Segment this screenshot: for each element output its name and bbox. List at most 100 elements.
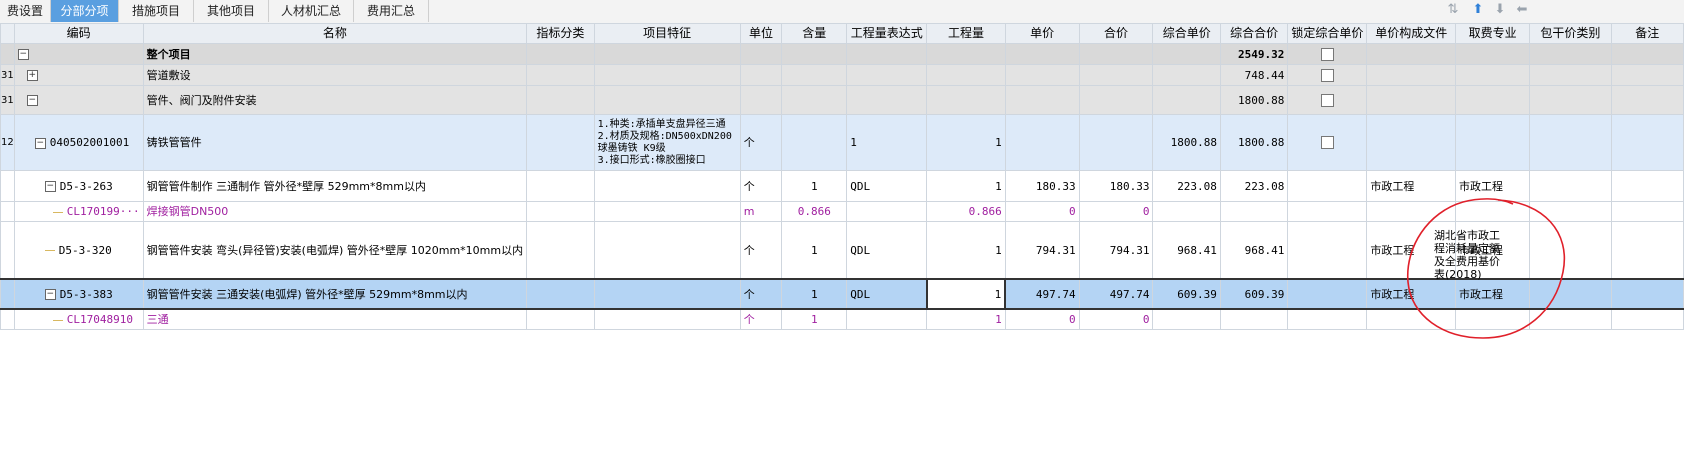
header-price-file[interactable]: 单价构成文件 — [1366, 23, 1457, 44]
row-amount: 497.74 — [1078, 278, 1154, 310]
row-code: 040502001001 — [49, 136, 130, 149]
row-code: D5-3-383 — [59, 287, 113, 301]
row-amount: 180.33 — [1078, 170, 1154, 202]
header-name[interactable]: 名称 — [142, 23, 528, 44]
row-qty[interactable]: 1 — [926, 221, 1006, 280]
table-row-quota-d5-3-383[interactable]: − D5-3-383 钢管管件安装 三通安装(电弧焊) 管外径*壁厚 529mm*… — [0, 278, 1684, 310]
header-index-category[interactable]: 指标分类 — [526, 23, 595, 44]
row-name: 三通 — [142, 308, 528, 330]
row-qty[interactable]: 1 — [926, 308, 1006, 330]
header-lump-type[interactable]: 包干价类别 — [1529, 23, 1612, 44]
row-unit: 个 — [739, 221, 783, 280]
row-name: 钢管管件制作 三通制作 管外径*壁厚 529mm*8mm以内 — [142, 170, 528, 202]
row-price: 0 — [1004, 308, 1080, 330]
collapse-icon[interactable]: − — [26, 95, 38, 106]
expand-icon[interactable]: + — [26, 70, 38, 81]
row-content[interactable]: 1 — [781, 170, 848, 202]
table-row-fittings[interactable]: 31 − 管件、阀门及附件安装 1800.88 — [0, 85, 1684, 115]
row-total: 1800.88 — [1219, 85, 1289, 115]
table-row-material-steel-pipe[interactable]: CL170199··· 焊接钢管DN500 m 0.866 0.866 0 0 — [0, 201, 1684, 222]
row-name: 管件、阀门及附件安装 — [142, 85, 528, 115]
row-amount: 794.31 — [1078, 221, 1154, 280]
row-unit: m — [739, 201, 783, 222]
row-content[interactable]: 1 — [781, 278, 848, 310]
row-expr[interactable]: QDL — [846, 221, 928, 280]
row-qty[interactable]: 0.866 — [926, 201, 1006, 222]
header-comp-total[interactable]: 综合合价 — [1219, 23, 1289, 44]
row-expr[interactable]: QDL — [846, 170, 928, 202]
table-row-whole-project[interactable]: − 整个项目 2549.32 — [0, 43, 1684, 65]
header-content[interactable]: 含量 — [781, 23, 848, 44]
header-fee-major[interactable]: 取费专业 — [1455, 23, 1531, 44]
collapse-icon[interactable]: − — [44, 181, 56, 192]
header-amount[interactable]: 合价 — [1078, 23, 1154, 44]
row-code: D5-3-263 — [59, 179, 113, 193]
row-name: 铸铁管管件 — [142, 114, 528, 171]
header-lock-price[interactable]: 锁定综合单价 — [1287, 23, 1368, 44]
row-unit: 个 — [739, 114, 783, 171]
table-row-quota-d5-3-320[interactable]: D5-3-320 钢管管件安装 弯头(异径管)安装(电弧焊) 管外径*壁厚 10… — [0, 221, 1684, 280]
lock-checkbox[interactable] — [1320, 93, 1334, 107]
row-fee-major[interactable]: 市政工程 — [1455, 170, 1531, 202]
header-unit[interactable]: 单位 — [739, 23, 783, 44]
row-name: 钢管管件安装 弯头(异径管)安装(电弧焊) 管外径*壁厚 1020mm*10mm… — [142, 221, 528, 280]
row-amount: 0 — [1078, 201, 1154, 222]
tab-fee-settings[interactable]: 费设置 — [0, 0, 51, 22]
lock-checkbox[interactable] — [1320, 68, 1334, 82]
collapse-icon[interactable]: − — [17, 49, 29, 60]
table-row-cast-iron-fitting[interactable]: 12 −040502001001 铸铁管管件 1.种类:承插单支盘异径三通 2.… — [0, 114, 1684, 171]
lock-checkbox[interactable] — [1320, 47, 1334, 61]
table-row-quota-d5-3-263[interactable]: − D5-3-263 钢管管件制作 三通制作 管外径*壁厚 529mm*8mm以内… — [0, 170, 1684, 202]
row-comp-price: 1800.88 — [1152, 114, 1221, 171]
row-price-file[interactable]: 市政工程 — [1366, 278, 1457, 310]
header-remark[interactable]: 备注 — [1610, 23, 1684, 44]
row-amount: 0 — [1078, 308, 1154, 330]
header-code[interactable]: 编码 — [13, 23, 144, 44]
tab-cost-summary[interactable]: 费用汇总 — [354, 0, 429, 22]
arrow-up-icon[interactable]: ⬆ — [1470, 2, 1486, 18]
row-prefix: 31 — [0, 85, 15, 115]
row-prefix: 31 — [0, 64, 15, 86]
row-total: 223.08 — [1219, 170, 1289, 202]
row-qty[interactable]: 1 — [926, 170, 1006, 202]
arrow-left-icon[interactable]: ⬅ — [1514, 2, 1530, 18]
row-content[interactable]: 1 — [781, 308, 848, 330]
header-prefix — [0, 23, 15, 44]
row-total: 968.41 — [1219, 221, 1289, 280]
tab-sub-items[interactable]: 分部分项 — [51, 0, 119, 22]
row-total: 748.44 — [1219, 64, 1289, 86]
tab-labor-material-summary[interactable]: 人材机汇总 — [269, 0, 354, 22]
row-total: 1800.88 — [1219, 114, 1289, 171]
row-price: 0 — [1004, 201, 1080, 222]
row-qty[interactable]: 1 — [926, 114, 1006, 171]
row-price-file[interactable]: 市政工程 — [1366, 170, 1457, 202]
header-unit-price[interactable]: 单价 — [1004, 23, 1080, 44]
row-expr[interactable]: QDL — [846, 278, 928, 310]
header-qty-expression[interactable]: 工程量表达式 — [846, 23, 928, 44]
row-code: D5-3-320 — [58, 243, 112, 257]
row-feature[interactable]: 1.种类:承插单支盘异径三通 2.材质及规格:DN500xDN200球墨铸铁 K… — [593, 114, 741, 171]
header-quantity[interactable]: 工程量 — [926, 23, 1006, 44]
tab-measures[interactable]: 措施项目 — [119, 0, 194, 22]
arrow-down-icon[interactable]: ⬇ — [1492, 2, 1508, 18]
table-row-pipe-laying[interactable]: 31 + 管道敷设 748.44 — [0, 64, 1684, 86]
collapse-icon[interactable]: − — [34, 137, 46, 149]
row-code: CL170199··· — [66, 205, 140, 218]
collapse-icon[interactable]: − — [44, 289, 56, 300]
row-comp-price: 609.39 — [1152, 278, 1221, 310]
tab-other-items[interactable]: 其他项目 — [194, 0, 269, 22]
row-prefix: 12 — [0, 114, 15, 171]
table-row-material-tee[interactable]: CL17048910 三通 个 1 1 0 0 — [0, 308, 1684, 330]
row-fee-major[interactable]: 市政工程 — [1455, 278, 1531, 310]
row-comp-price: 968.41 — [1152, 221, 1221, 280]
row-expr[interactable]: 1 — [846, 114, 928, 171]
row-name: 焊接钢管DN500 — [142, 201, 528, 222]
lock-checkbox[interactable] — [1320, 136, 1334, 150]
row-content[interactable]: 0.866 — [781, 201, 848, 222]
row-qty-editing[interactable]: 1 — [925, 278, 1007, 310]
header-feature[interactable]: 项目特征 — [593, 23, 741, 44]
header-comp-unit-price[interactable]: 综合单价 — [1152, 23, 1221, 44]
row-content[interactable]: 1 — [781, 221, 848, 280]
sort-icon[interactable]: ⇅ — [1445, 2, 1461, 18]
row-unit: 个 — [739, 278, 783, 310]
